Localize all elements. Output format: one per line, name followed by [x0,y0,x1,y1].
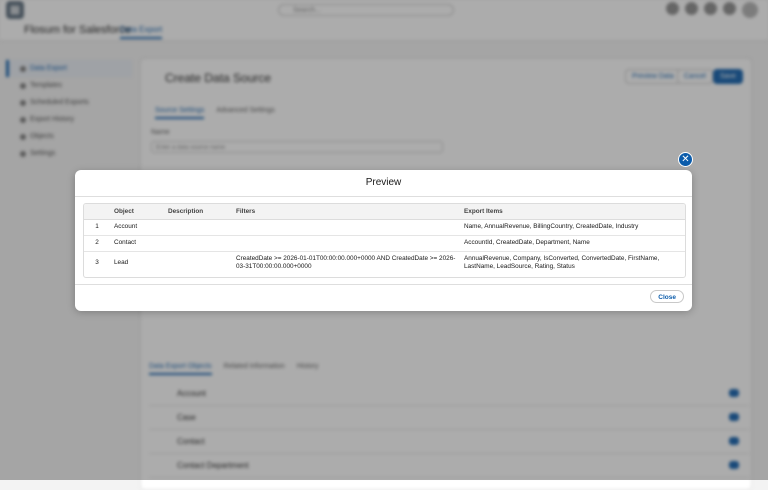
column-header-number [84,204,110,220]
row-number: 1 [84,219,110,236]
close-button[interactable]: Close [650,290,684,303]
object-cell: Contact [110,235,164,252]
description-cell [164,235,232,252]
column-header-filters: Filters [232,204,460,220]
modal-header: Preview [75,170,692,197]
preview-modal: Preview Object Description Filters Expor… [75,170,692,311]
filters-cell: CreatedDate >= 2026-01-01T00:00:00.000+0… [236,254,456,271]
column-header-export-items: Export Items [460,204,685,220]
close-icon[interactable]: ✕ [678,152,693,167]
filters-cell [232,219,460,236]
export-items-cell: AccountId, CreatedDate, Department, Name [460,235,685,252]
column-header-description: Description [164,204,232,220]
table-row: 2 Contact AccountId, CreatedDate, Depart… [84,235,685,252]
table-row: 1 Account Name, AnnualRevenue, BillingCo… [84,219,685,236]
export-items-cell: AnnualRevenue, Company, IsConverted, Con… [464,254,660,271]
description-cell [164,219,232,236]
description-cell [164,251,232,275]
row-number: 2 [84,235,110,252]
modal-title: Preview [365,177,402,188]
table-row: 3 Lead CreatedDate >= 2026-01-01T00:00:0… [84,251,685,275]
object-cell: Lead [114,259,129,266]
preview-table: Object Description Filters Export Items … [84,204,685,275]
row-number: 3 [95,259,99,266]
export-items-cell: Name, AnnualRevenue, BillingCountry, Cre… [460,219,685,236]
column-header-object: Object [110,204,164,220]
preview-table-container: Object Description Filters Export Items … [83,203,686,278]
object-cell: Account [110,219,164,236]
modal-footer: Close [75,284,692,311]
table-header-row: Object Description Filters Export Items [84,204,685,220]
filters-cell [232,235,460,252]
